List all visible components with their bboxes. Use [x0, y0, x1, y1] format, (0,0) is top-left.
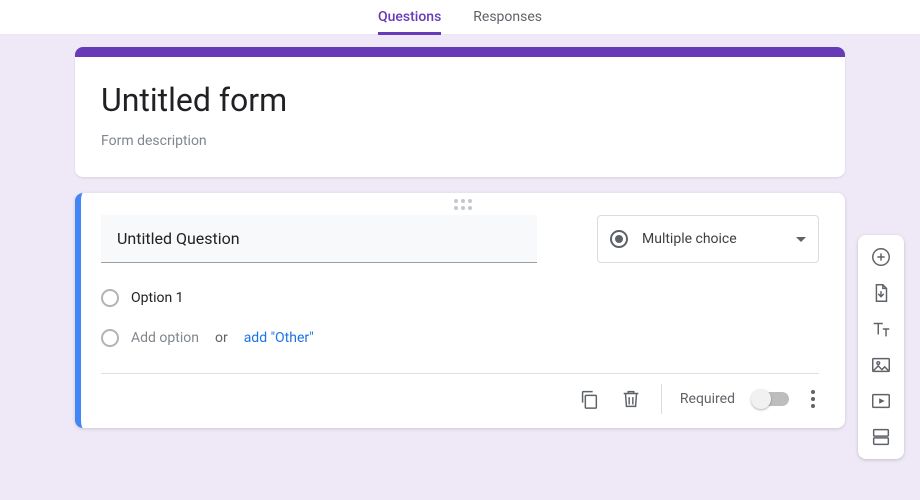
question-footer: Required: [101, 373, 819, 414]
add-other-button[interactable]: add "Other": [244, 330, 314, 346]
form-header-card[interactable]: Untitled form Form description: [75, 47, 845, 177]
radio-filled-icon: [610, 230, 628, 248]
side-toolbar: [858, 235, 904, 459]
tabs-bar: Questions Responses: [0, 0, 920, 35]
duplicate-button[interactable]: [577, 387, 601, 411]
add-question-button[interactable]: [867, 243, 895, 271]
trash-icon: [620, 388, 642, 410]
add-video-button[interactable]: [867, 387, 895, 415]
add-image-button[interactable]: [867, 351, 895, 379]
text-icon: [870, 318, 892, 340]
form-canvas: Untitled form Form description Multiple …: [0, 35, 920, 500]
question-card[interactable]: Multiple choice Option 1 Add option or a…: [75, 193, 845, 428]
question-type-select[interactable]: Multiple choice: [597, 215, 819, 263]
form-title[interactable]: Untitled form: [101, 81, 819, 119]
question-title-input[interactable]: [101, 215, 537, 263]
import-icon: [870, 282, 892, 304]
add-option-row: Add option or add "Other": [101, 329, 819, 347]
add-section-button[interactable]: [867, 423, 895, 451]
tab-responses[interactable]: Responses: [473, 0, 542, 35]
plus-circle-icon: [870, 246, 892, 268]
required-toggle[interactable]: [753, 392, 789, 406]
video-icon: [870, 390, 892, 412]
add-title-button[interactable]: [867, 315, 895, 343]
or-label: or: [215, 330, 228, 346]
section-icon: [870, 426, 892, 448]
tab-questions[interactable]: Questions: [378, 0, 441, 35]
copy-icon: [578, 388, 600, 410]
image-icon: [870, 354, 892, 376]
caret-down-icon: [796, 237, 806, 242]
import-question-button[interactable]: [867, 279, 895, 307]
delete-button[interactable]: [619, 387, 643, 411]
add-option-button[interactable]: Add option: [131, 330, 199, 346]
divider: [661, 384, 662, 414]
option-label[interactable]: Option 1: [131, 290, 184, 306]
option-row[interactable]: Option 1: [101, 289, 819, 307]
radio-empty-icon: [101, 329, 119, 347]
more-options-button[interactable]: [807, 386, 819, 412]
drag-handle-icon[interactable]: [454, 199, 472, 210]
form-description[interactable]: Form description: [101, 133, 819, 149]
required-label: Required: [680, 391, 735, 407]
radio-empty-icon: [101, 289, 119, 307]
question-type-label: Multiple choice: [642, 231, 782, 247]
